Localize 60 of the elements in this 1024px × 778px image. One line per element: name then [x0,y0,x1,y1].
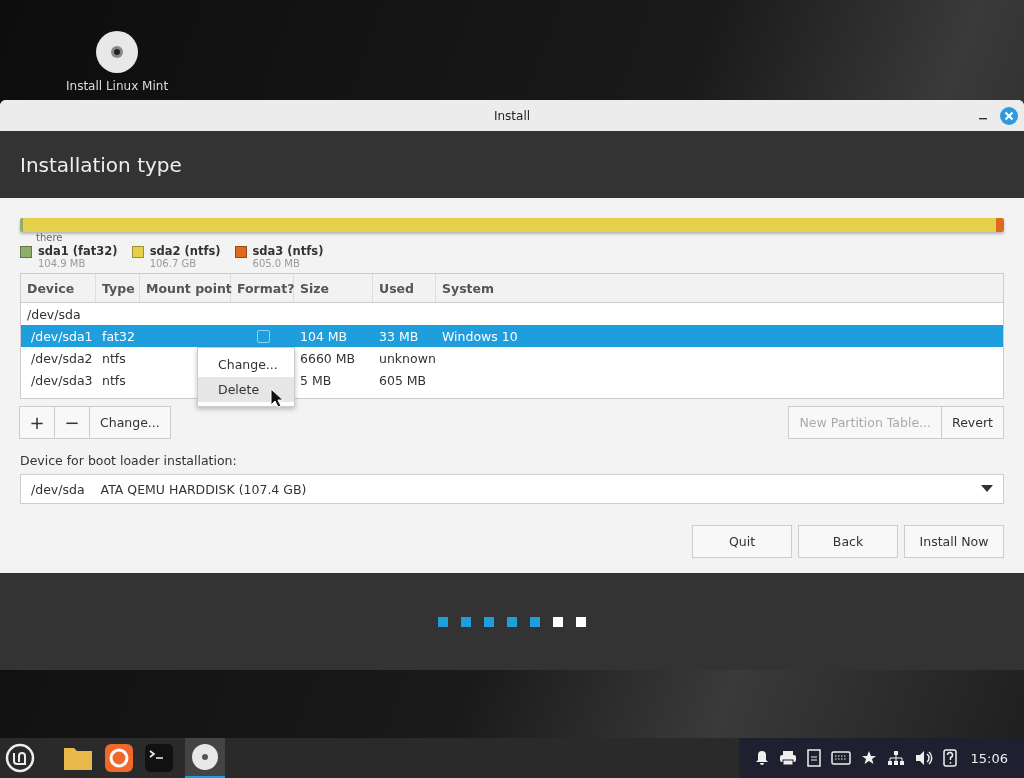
table-cell-text: 5 MB [299,372,333,388]
partition-name: sda3 (ntfs) [252,244,324,258]
nav-button[interactable]: Back [798,525,898,558]
help-icon[interactable] [942,749,957,767]
table-cell-text: 33 MB [378,328,420,344]
add-button[interactable]: + [19,406,55,439]
table-cell-text: fat32 [101,328,136,344]
caret-icon [981,485,993,493]
overlay-text: there [36,233,63,243]
bell-icon[interactable] [754,750,769,766]
format-checkbox[interactable] [257,329,270,343]
disc-icon[interactable] [95,30,140,74]
disc-icon[interactable] [191,743,219,771]
printer-icon[interactable] [778,750,797,766]
star-icon[interactable] [860,750,877,766]
boot-loader-label: Device for boot loader installation: [20,453,238,468]
table-cell-text: /dev/sda1 [30,328,94,344]
table-cell-text: unknown [378,350,436,366]
partition-name: sda1 (fat32) [38,244,118,258]
column-header[interactable]: Size [294,274,373,302]
table-cell-text: /dev/sda3 [30,372,94,388]
note-icon[interactable] [806,749,821,767]
change-button[interactable]: Change... [89,406,171,439]
folder-icon[interactable] [63,745,93,771]
table-cell-text: /dev/sda [26,306,82,322]
clock[interactable]: 15:06 [970,750,1008,766]
nav-button[interactable]: Install Now [904,525,1004,558]
partition-size: 605.0 MB [252,258,301,269]
menu-item[interactable]: Delete [198,377,294,402]
table-cell-text: /dev/sda2 [30,350,94,366]
table-cell-text: Windows 10 [441,328,519,344]
column-header[interactable]: System [436,274,1003,302]
table-cell-text: ntfs [101,350,127,366]
page-heading: Installation type [20,152,182,177]
column-header[interactable]: Type [96,274,140,302]
partition-size: 106.7 GB [149,258,198,269]
menu-item[interactable]: Change... [198,352,294,377]
table-cell-text: 6660 MB [299,350,357,366]
partition-name: sda2 (ntfs) [149,244,221,258]
table-cell-text: 104 MB [299,328,349,344]
window-title: Install [493,108,531,123]
desktop-icon-label[interactable]: Install Linux Mint [66,79,169,93]
table-cell-text: ntfs [101,372,127,388]
column-header[interactable]: Format? [231,274,294,302]
column-header[interactable]: Used [373,274,436,302]
column-header[interactable]: Mount point [140,274,231,302]
remove-button[interactable]: − [54,406,90,439]
keyboard-icon[interactable] [830,751,851,765]
revert-button[interactable]: Revert [941,406,1004,439]
terminal-icon[interactable] [145,744,173,772]
network-icon[interactable] [886,750,905,766]
partition-size: 104.9 MB [38,258,87,269]
nav-button[interactable]: Quit [692,525,792,558]
close-icon[interactable] [1000,106,1018,125]
boot-device-dropdown[interactable]: /dev/sda ATA QEMU HARDDISK (107.4 GB) [20,474,1004,504]
browser-icon[interactable] [105,744,133,772]
volume-icon[interactable] [914,750,933,766]
column-header[interactable]: Device [21,274,96,302]
menu-icon[interactable] [5,743,35,773]
table-cell-text: 605 MB [378,372,428,388]
